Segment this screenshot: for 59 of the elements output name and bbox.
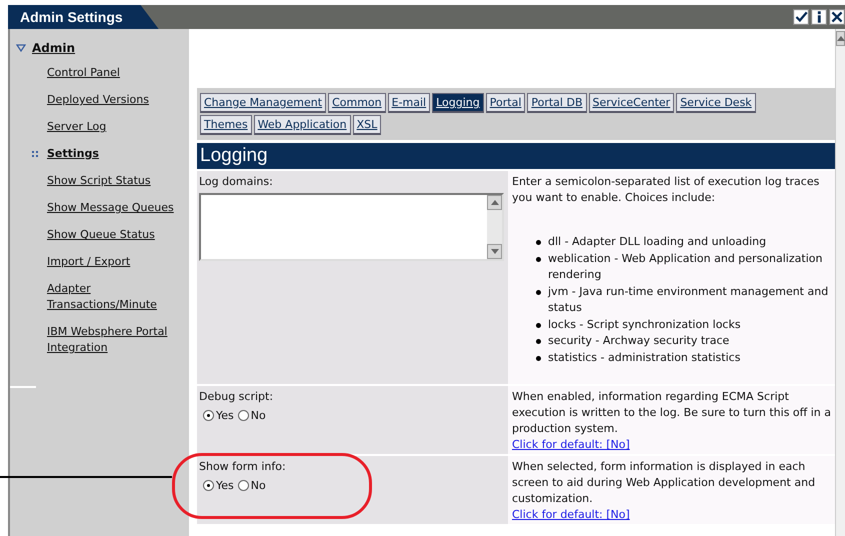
- scroll-up-icon[interactable]: [836, 31, 845, 46]
- tab[interactable]: Themes: [200, 115, 252, 135]
- radio-label: Yes: [216, 479, 234, 492]
- description-text: Enter a semicolon-separated list of execution log traces you want to enable. Choices include:: [512, 174, 820, 206]
- choice-text: dll - Adapter DLL loading and unloading: [548, 234, 766, 250]
- sidebar-item[interactable]: Adapter Transactions/Minute: [47, 281, 189, 313]
- bullet-icon: [536, 322, 541, 328]
- close-icon[interactable]: [829, 9, 845, 25]
- scroll-down-icon[interactable]: [487, 244, 502, 259]
- description-text: When enabled, information regarding ECMA Script execution is written to the log. Be sure to turn this off in a production system.: [512, 389, 831, 437]
- sidebar-item[interactable]: Show Queue Status: [47, 227, 155, 243]
- sidebar-item[interactable]: Show Script Status: [47, 173, 151, 189]
- radio-label: No: [250, 479, 266, 492]
- window-title: Admin Settings: [8, 5, 159, 29]
- setting-label: Show form info:: [199, 459, 287, 475]
- sidebar-item[interactable]: IBM Websphere Portal Integration: [47, 324, 189, 356]
- sidebar-item[interactable]: Import / Export: [47, 254, 130, 270]
- choice-text: statistics - administration statistics: [548, 350, 740, 366]
- radio-button[interactable]: [238, 410, 249, 421]
- tab[interactable]: Service Desk: [676, 93, 756, 113]
- bullet-icon: [536, 240, 541, 245]
- expand-triangle-icon[interactable]: [16, 43, 26, 53]
- bullet-icon: [536, 256, 541, 262]
- sidebar-item[interactable]: Deployed Versions: [47, 92, 149, 108]
- tab[interactable]: Common: [328, 93, 386, 113]
- tab[interactable]: XSL: [352, 115, 382, 135]
- default-link[interactable]: Click for default: [No]: [512, 438, 630, 451]
- default-link[interactable]: Click for default: [No]: [512, 508, 630, 521]
- sidebar-section-link[interactable]: Admin: [32, 41, 76, 55]
- bullet-icon: [536, 290, 541, 294]
- choice-text: security - Archway security trace: [548, 333, 730, 349]
- input-field[interactable]: [199, 193, 504, 261]
- bullet-icon: [536, 356, 541, 360]
- scroll-up-icon[interactable]: [487, 195, 502, 210]
- info-icon[interactable]: [811, 9, 827, 25]
- setting-label: Debug script:: [199, 389, 274, 405]
- sidebar-item[interactable]: Show Message Queues: [47, 200, 174, 216]
- radio-label: Yes: [216, 409, 234, 422]
- tab[interactable]: Change Management: [200, 93, 326, 113]
- panel-title: Logging: [197, 143, 835, 169]
- tab[interactable]: ServiceCenter: [588, 93, 674, 113]
- sidebar-item[interactable]: Control Panel: [47, 65, 120, 81]
- radio-button[interactable]: [238, 480, 249, 491]
- tab[interactable]: Portal DB: [527, 93, 586, 113]
- description-text: When selected, form information is displayed in each screen to aid during Web Application development and customization.: [512, 459, 816, 507]
- choice-text: locks - Script synchronization locks: [548, 316, 741, 332]
- tab[interactable]: Logging: [432, 93, 484, 113]
- tab[interactable]: E-mail: [388, 93, 430, 113]
- tab[interactable]: Web Application: [254, 115, 351, 135]
- radio-button[interactable]: [203, 410, 214, 421]
- bullet-icon: [536, 339, 541, 344]
- radio-button[interactable]: [203, 480, 214, 491]
- scrollbar[interactable]: [835, 29, 845, 536]
- tab[interactable]: Portal: [486, 93, 526, 113]
- checkmark-icon[interactable]: [793, 9, 809, 25]
- sidebar-item[interactable]: Settings: [47, 146, 99, 162]
- radio-label: No: [250, 409, 266, 422]
- sidebar-item[interactable]: Server Log: [47, 119, 106, 135]
- setting-label: Log domains:: [199, 174, 274, 190]
